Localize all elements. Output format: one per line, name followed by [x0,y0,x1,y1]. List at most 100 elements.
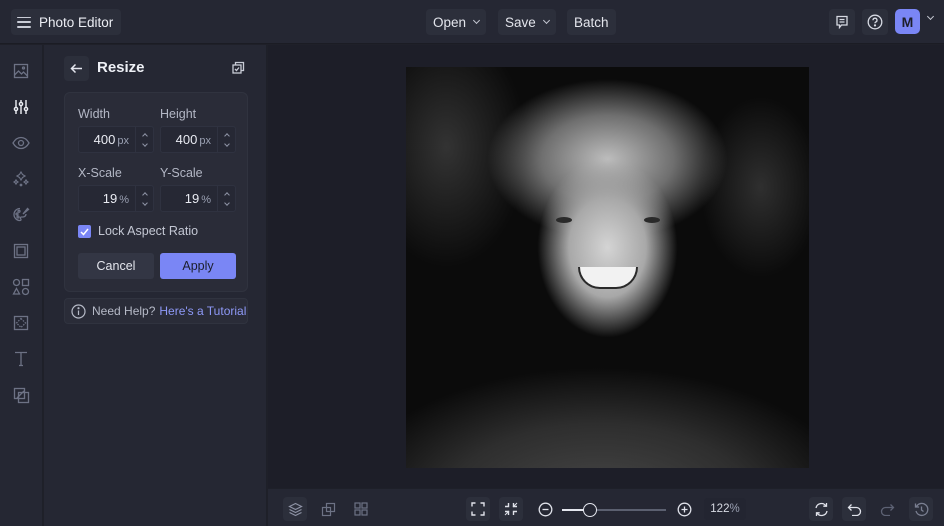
texture-icon [13,315,29,331]
tutorial-link[interactable]: Here's a Tutorial [159,304,246,318]
lock-aspect-checkbox[interactable] [78,225,91,238]
rail-item-frames[interactable] [10,240,32,262]
zoom-in-icon [677,502,691,516]
layers-icon [287,502,303,516]
chevron-down-icon [472,16,481,25]
photo[interactable] [406,67,809,468]
save-menu-button[interactable]: Save [498,9,556,35]
rail-item-overlays[interactable] [10,384,32,406]
sliders-icon [13,100,29,114]
chevron-down-icon[interactable] [141,199,148,206]
redo-button[interactable] [875,497,899,521]
top-bar: Photo Editor Open Save Batch M [0,0,944,44]
rail-item-adjustments[interactable] [10,96,32,118]
zoom-slider-thumb[interactable] [583,503,598,517]
undo-icon [847,503,861,516]
sparkle-icon [12,170,30,187]
open-menu-button[interactable]: Open [426,9,487,35]
lock-aspect-label[interactable]: Lock Aspect Ratio [98,224,198,238]
y-scale-unit: % [201,194,211,206]
width-input[interactable]: 400 px [78,126,154,153]
y-scale-label: Y-Scale [160,166,203,180]
feedback-button[interactable] [829,9,855,35]
checkmark-icon [80,228,89,236]
duplicate-button[interactable] [232,61,246,80]
chevron-up-icon[interactable] [223,132,230,139]
info-icon [71,303,86,319]
zoom-out-button[interactable] [533,497,557,521]
chevron-up-icon[interactable] [223,191,230,198]
arrange-button[interactable] [316,497,340,521]
frame-icon [13,243,29,259]
undo-button[interactable] [842,497,866,521]
resize-panel: Resize Width Height 400 px 400 px X-Scale … [44,45,267,526]
x-scale-stepper[interactable] [135,186,153,211]
user-avatar[interactable]: M [895,9,920,34]
text-icon [15,351,27,367]
help-icon [867,14,883,30]
y-scale-value[interactable]: 19 [161,191,201,206]
main-menu-button[interactable]: Photo Editor [11,9,122,35]
x-scale-label: X-Scale [78,166,122,180]
apply-button[interactable]: Apply [160,253,236,279]
bottom-toolbar: 122% [268,488,944,526]
cancel-button[interactable]: Cancel [78,253,154,279]
account-chevron-icon[interactable] [926,12,935,21]
y-scale-input[interactable]: 19% [160,185,236,212]
layers-button[interactable] [283,497,307,521]
width-label: Width [78,107,110,121]
zoom-level[interactable]: 122% [704,498,746,520]
width-unit: px [117,135,129,147]
x-scale-value[interactable]: 19 [79,191,119,206]
rail-item-artsy[interactable] [10,204,32,226]
rail-item-graphics[interactable] [10,276,32,298]
zoom-out-icon [538,502,552,516]
chevron-up-icon[interactable] [141,132,148,139]
height-unit: px [199,135,211,147]
zoom-in-button[interactable] [672,497,696,521]
rail-item-text[interactable] [10,348,32,370]
height-label: Height [160,107,197,121]
help-button[interactable] [862,9,888,35]
x-scale-input[interactable]: 19% [78,185,154,212]
duplicate-icon [232,61,245,74]
hamburger-icon [17,16,31,28]
actual-size-button[interactable] [499,497,523,521]
rail-item-textures[interactable] [10,312,32,334]
y-scale-stepper[interactable] [217,186,235,211]
reset-button[interactable] [809,497,833,521]
chevron-down-icon[interactable] [223,140,230,147]
panel-title: Resize [97,59,145,76]
expand-icon [471,502,485,516]
overlay-icon [13,387,29,403]
height-input[interactable]: 400 px [160,126,236,153]
width-value[interactable]: 400 [79,132,117,147]
chevron-down-icon[interactable] [223,199,230,206]
zoom-slider[interactable] [562,503,666,517]
batch-button[interactable]: Batch [567,9,616,35]
tool-rail [0,45,43,526]
chevron-down-icon[interactable] [141,140,148,147]
grid-button[interactable] [349,497,373,521]
open-label: Open [433,14,467,30]
rail-item-effects[interactable] [10,168,32,190]
canvas-area [268,45,944,488]
shapes-icon [12,278,30,296]
back-button[interactable] [64,56,89,81]
arrow-left-icon [70,63,82,74]
resize-form: Width Height 400 px 400 px X-Scale Y-Scale… [64,92,248,292]
height-value[interactable]: 400 [161,132,199,147]
height-stepper[interactable] [217,127,235,152]
help-question: Need Help? [92,304,156,318]
width-stepper[interactable] [135,127,153,152]
chevron-up-icon[interactable] [141,191,148,198]
history-button[interactable] [909,497,933,521]
save-label: Save [505,14,536,30]
image-icon [13,63,29,79]
arrange-icon [321,502,335,516]
fit-screen-button[interactable] [466,497,490,521]
photo-detail [578,267,638,289]
photo-detail [556,217,572,223]
rail-item-view[interactable] [10,132,32,154]
rail-item-image[interactable] [10,60,32,82]
